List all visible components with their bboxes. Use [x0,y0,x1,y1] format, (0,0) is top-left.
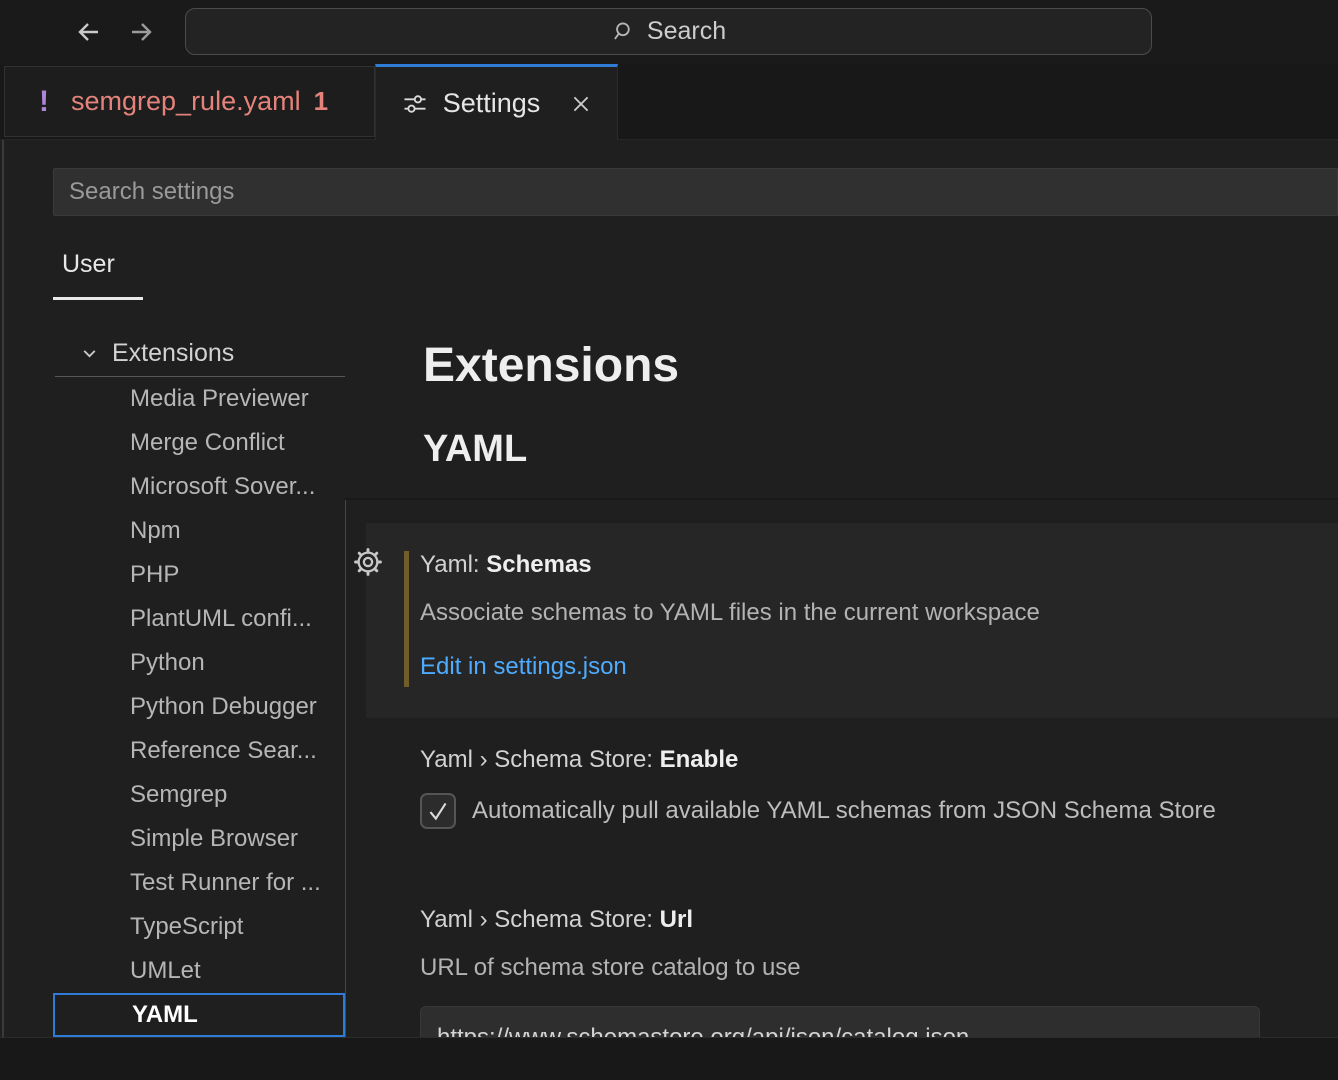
checkbox-label: Automatically pull available YAML schema… [472,797,1216,825]
setting-category: Yaml › Schema Store: [420,746,660,773]
setting-row-yaml-schemas: Yaml: Schemas Associate schemas to YAML … [366,523,1338,718]
close-icon[interactable] [570,93,592,115]
command-center-label: Search [647,17,726,46]
gear-icon[interactable] [352,546,384,578]
scope-tab-label: User [62,250,115,278]
settings-search-input[interactable] [53,168,1338,216]
toc-item[interactable]: UMLet [53,949,345,993]
toc-item[interactable]: Simple Browser [53,817,345,861]
tab-settings[interactable]: Settings [375,64,618,140]
setting-name: Enable [660,746,739,773]
modified-indicator [404,551,409,687]
title-bar: Search [0,0,1338,64]
toc-item[interactable]: YAML [53,993,345,1037]
toc-item[interactable]: Python Debugger [53,685,345,729]
settings-editor: User Extensions Media Previewer Merge Co… [0,140,1338,1037]
toc-item[interactable]: Test Runner for ... [53,861,345,905]
setting-title: Yaml › Schema Store: Url [420,906,693,934]
window-bottom-strip [0,1037,1338,1080]
header-divider [345,498,1338,500]
settings-toc: Extensions Media Previewer Merge Conflic… [53,330,345,1037]
page-title: Extensions [423,338,679,393]
toc-root-label: Extensions [112,339,234,368]
tab-settings-label: Settings [443,88,541,119]
command-center-search[interactable]: Search [185,8,1152,55]
chevron-down-icon [80,344,99,363]
setting-category: Yaml › Schema Store: [420,906,660,933]
toc-item-extensions[interactable]: Extensions [53,330,345,376]
setting-description: Associate schemas to YAML files in the c… [420,599,1040,627]
toc-item[interactable]: PlantUML confi... [53,597,345,641]
enable-checkbox[interactable] [420,793,456,829]
toc-item[interactable]: Semgrep [53,773,345,817]
setting-name: Url [660,906,693,933]
toc-item[interactable]: PHP [53,553,345,597]
setting-category: Yaml: [420,551,486,578]
toc-item[interactable]: Microsoft Sover... [53,465,345,509]
tab-file-label: semgrep_rule.yaml [71,86,301,117]
toc-list: Media Previewer Merge Conflict Microsoft… [53,377,345,1037]
vscode-window: Search ! semgrep_rule.yaml 1 Settings [0,0,1338,1080]
back-arrow-icon[interactable] [72,16,104,48]
edit-in-settings-json-link[interactable]: Edit in settings.json [420,653,627,681]
sliders-icon [401,90,429,118]
scope-tab-underline [53,297,143,300]
editor-left-border [2,140,4,1037]
dirty-count-badge: 1 [314,86,328,117]
setting-description: URL of schema store catalog to use [420,954,801,982]
toc-item[interactable]: Npm [53,509,345,553]
toc-item[interactable]: Merge Conflict [53,421,345,465]
toc-item[interactable]: Python [53,641,345,685]
category-title: YAML [423,428,527,471]
toc-sash[interactable] [345,500,346,1037]
search-icon [611,19,637,45]
setting-title: Yaml › Schema Store: Enable [420,746,738,774]
toc-item[interactable]: Media Previewer [53,377,345,421]
toc-item[interactable]: TypeScript [53,905,345,949]
tab-semgrep-rule-yaml[interactable]: ! semgrep_rule.yaml 1 [4,66,375,137]
setting-name: Schemas [486,551,591,578]
exclamation-file-icon: ! [39,85,49,119]
setting-title: Yaml: Schemas [420,551,592,579]
forward-arrow-icon[interactable] [126,16,158,48]
schema-store-url-input[interactable] [420,1006,1260,1037]
scope-tab-user[interactable]: User [62,250,115,279]
tab-bar: ! semgrep_rule.yaml 1 Settings [0,64,1338,140]
toc-item[interactable]: Reference Sear... [53,729,345,773]
